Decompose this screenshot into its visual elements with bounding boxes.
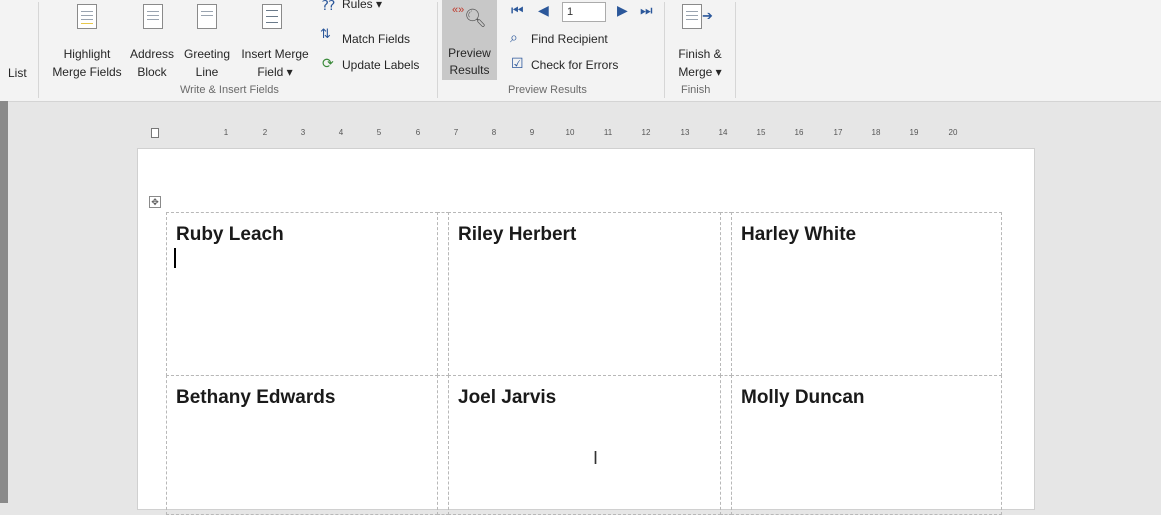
label-cell[interactable]: Riley Herbert [448,212,721,376]
insert-merge-label-2: Field ▾ [257,65,293,79]
window-left-edge [0,101,8,503]
indent-marker-icon[interactable] [151,128,159,138]
preview-results-button[interactable]: «» 🔍︎ Preview Results [442,0,497,80]
record-number-input[interactable]: 1 [562,2,606,22]
address-label-1: Address [129,47,175,61]
ruler-tick: 4 [338,128,344,137]
next-record-icon[interactable]: ▶ [617,2,628,19]
text-caret [174,248,176,268]
label-cell[interactable]: Ruby Leach [166,212,438,376]
ruler-tick: 13 [680,128,690,137]
last-record-icon[interactable]: ⏭ [640,2,653,19]
finish-label-2: Merge ▾ [678,65,722,79]
preview-label-1: Preview [448,46,491,60]
match-fields-button[interactable]: Match Fields [342,32,410,46]
finish-merge-icon [682,4,702,29]
rules-button[interactable]: Rules ▾ [342,0,382,11]
first-record-icon[interactable]: ⏮ [511,2,524,19]
check-errors-button[interactable]: Check for Errors [531,58,618,72]
highlight-doc-icon [77,4,97,29]
ribbon-separator [664,2,665,98]
ruler-tick: 15 [756,128,766,137]
ruler-tick: 20 [948,128,958,137]
labels-table: Ruby Leach Riley Herbert Harley White Be… [166,212,1002,515]
ruler-tick: 9 [529,128,535,137]
ruler-tick: 3 [300,128,306,137]
label-name: Joel Jarvis [458,387,557,408]
update-labels-icon: ⟳ [322,55,334,71]
preview-results-group-label: Preview Results [508,84,587,96]
insert-merge-field-icon [262,4,282,29]
greeting-label-2: Line [195,65,219,79]
ribbon-separator [38,2,39,98]
highlight-label-2: Merge Fields [52,65,122,79]
ruler-tick: 6 [415,128,421,137]
ruler-tick: 7 [453,128,459,137]
preview-abc-icon: «» [452,4,465,16]
address-label-2: Block [137,65,167,79]
ruler-tick: 14 [718,128,728,137]
ruler-tick: 1 [223,128,229,137]
insert-merge-label-1: Insert Merge [241,47,309,61]
preview-label-2: Results [449,63,490,77]
ruler-tick: 16 [794,128,804,137]
highlight-label-1: Highlight [63,47,111,61]
previous-record-icon[interactable]: ◀ [538,2,549,19]
address-block-icon [143,4,163,29]
ribbon-separator [437,2,438,98]
ruler-tick: 11 [603,128,613,137]
write-insert-group-label: Write & Insert Fields [180,84,279,96]
label-name: Harley White [741,224,857,245]
find-recipient-button[interactable]: Find Recipient [531,32,608,46]
greeting-label-1: Greeting [183,47,231,61]
select-recipients-list-label[interactable]: List [8,66,27,80]
ribbon-separator [735,2,736,98]
match-fields-icon: ⇅ [320,26,331,41]
update-labels-button[interactable]: Update Labels [342,58,419,72]
label-cell[interactable]: Joel Jarvis [448,375,721,515]
label-cell[interactable]: Molly Duncan [731,375,1002,515]
ruler-tick: 12 [641,128,651,137]
label-name: Ruby Leach [176,224,284,245]
arrow-right-icon: ➔ [702,8,713,23]
ruler-tick: 10 [565,128,575,137]
label-name: Molly Duncan [741,387,865,408]
find-recipient-icon: ⌕ [510,29,518,45]
label-cell[interactable]: Bethany Edwards [166,375,438,515]
finish-group-label: Finish [681,84,711,96]
greeting-line-icon [197,4,217,29]
label-name: Bethany Edwards [176,387,336,408]
ruler-tick: 19 [909,128,919,137]
ruler-tick: 8 [491,128,497,137]
finish-label-1: Finish & [678,47,722,61]
ruler-tick: 17 [833,128,843,137]
label-name: Riley Herbert [458,224,577,245]
ruler-tick: 5 [376,128,382,137]
label-cell[interactable]: Harley White [731,212,1002,376]
ibeam-cursor-icon: I [593,448,599,468]
magnifier-icon: 🔍︎ [464,8,487,28]
ribbon: List Highlight Merge Fields Address Bloc… [0,0,1161,102]
ruler-tick: 18 [871,128,881,137]
horizontal-ruler: 1 2 3 4 5 6 7 8 9 10 11 12 13 14 15 16 1… [137,128,1033,142]
check-errors-icon: ☑ [511,55,524,71]
rules-icon: ⁇ [322,0,335,13]
ruler-tick: 2 [262,128,268,137]
table-move-handle-icon[interactable]: ✥ [149,196,161,208]
